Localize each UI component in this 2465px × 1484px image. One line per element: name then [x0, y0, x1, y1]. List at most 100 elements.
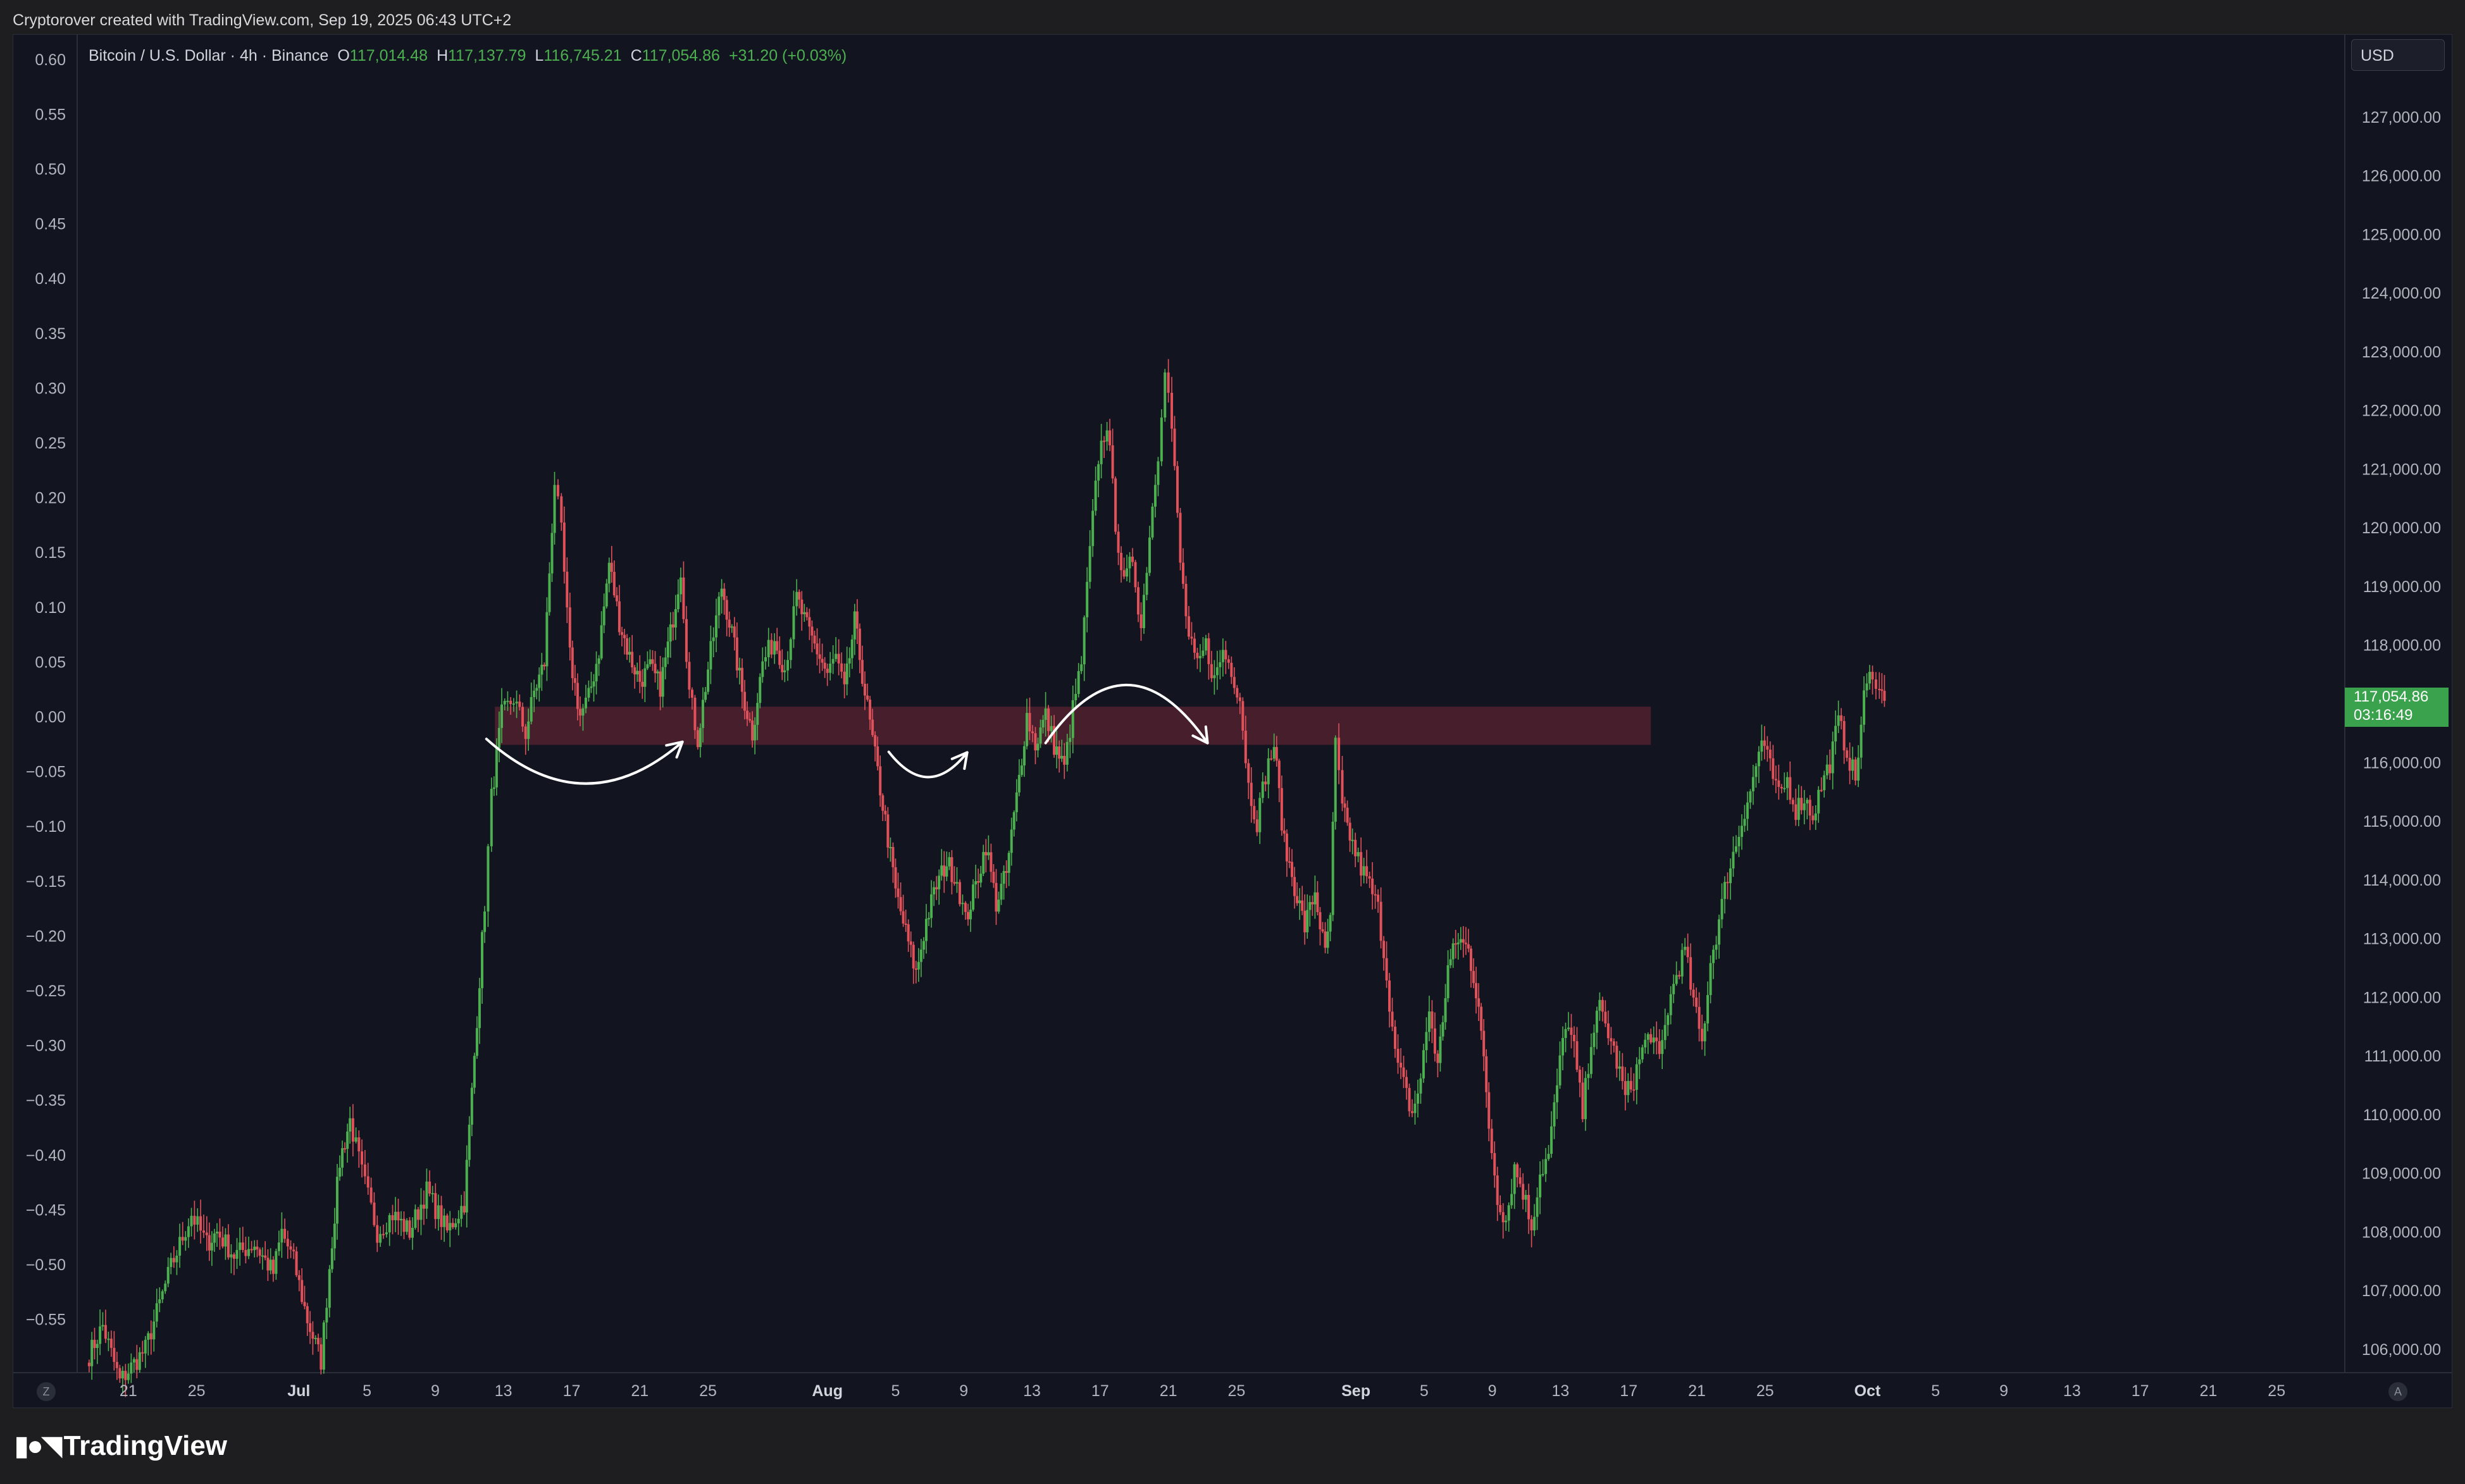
candle-body — [1017, 775, 1021, 793]
candle-body — [1547, 1154, 1550, 1159]
candle-body — [1475, 983, 1478, 999]
candle-body — [363, 1164, 366, 1177]
candle-body — [1570, 1027, 1573, 1036]
candle-body — [473, 1056, 476, 1088]
candle-body — [643, 668, 647, 687]
candle-body — [1034, 733, 1037, 751]
candle-body — [1143, 595, 1146, 628]
candle-body — [649, 659, 652, 665]
candle-body — [1422, 1050, 1425, 1079]
candle-body — [671, 624, 674, 628]
candle-body — [1379, 901, 1382, 941]
candle-body — [244, 1249, 247, 1256]
candle-body — [979, 874, 983, 883]
candle-body — [930, 894, 933, 918]
candle-body — [1610, 1038, 1613, 1042]
percent-axis[interactable]: 0.60 0.55 0.50 0.45 0.40 0.35 0.30 0.25 0.20 0.15… — [26, 51, 66, 1329]
candle-body — [1198, 656, 1201, 659]
currency-button[interactable]: USD — [2351, 39, 2445, 71]
price-axis-label: 125,000.00 — [2362, 226, 2441, 244]
candle-body — [1703, 1023, 1706, 1042]
candle-body — [280, 1228, 283, 1243]
candle-body — [1326, 931, 1329, 948]
candle-body — [149, 1333, 152, 1340]
time-axis[interactable]: 21 25 Jul 5 9 13 17 21 25 Aug 5 9 13 17 21 25 Sep 5 9 13 17 2… — [120, 1382, 2285, 1400]
candle-body — [1007, 853, 1010, 873]
candle-body — [241, 1242, 244, 1250]
candle-body — [1669, 994, 1672, 1015]
candle-body — [1621, 1066, 1624, 1082]
price-axis-label: 121,000.00 — [2362, 461, 2441, 478]
candle-body — [707, 669, 710, 692]
candle-body — [1277, 760, 1281, 788]
candle-body — [457, 1218, 460, 1223]
candle-body — [897, 888, 900, 898]
candle-body — [1069, 738, 1072, 742]
candle-body — [1000, 884, 1003, 900]
candle-body — [483, 911, 487, 932]
candle-body — [1058, 746, 1061, 759]
time-axis-label: Sep — [1341, 1382, 1370, 1400]
candle-body — [1324, 931, 1327, 948]
candle-body — [674, 609, 677, 628]
candle-body — [945, 866, 948, 877]
candle-body — [615, 595, 618, 602]
candle-body — [518, 702, 521, 707]
candle-body — [1797, 798, 1800, 820]
candle-body — [1439, 1036, 1442, 1063]
candle-body — [664, 657, 667, 667]
percent-axis-label: −0.15 — [26, 873, 66, 891]
candle-body — [208, 1235, 211, 1251]
candle-body — [850, 639, 854, 659]
chart-svg[interactable]: 128,000.00127,000.00126,000.00125,000.00… — [0, 0, 2465, 1484]
candle-body — [1715, 944, 1718, 950]
candle-body — [587, 688, 590, 698]
candle-body — [490, 789, 493, 846]
candle-body — [813, 635, 816, 644]
candle-body — [1313, 892, 1317, 905]
candle-body — [943, 865, 946, 877]
candle-body — [1396, 1049, 1400, 1063]
percent-axis-label: −0.35 — [26, 1092, 66, 1110]
candle-body — [1293, 877, 1296, 896]
candle-body — [761, 661, 764, 677]
candle-body — [1595, 1010, 1598, 1033]
legend-symbol[interactable]: Bitcoin / U.S. Dollar · 4h · Binance — [89, 47, 328, 65]
candle-body — [1157, 461, 1160, 485]
candle-body — [1338, 738, 1341, 770]
candle-body — [1405, 1077, 1408, 1088]
time-axis-label: 17 — [2132, 1382, 2149, 1400]
candle-body — [1846, 750, 1849, 758]
candle-body — [1120, 552, 1123, 571]
candle-body — [584, 697, 587, 708]
candle-body — [235, 1250, 239, 1259]
candle-body — [701, 700, 704, 728]
candle-body — [884, 810, 887, 815]
candle-body — [1247, 763, 1250, 783]
candle-body — [1244, 731, 1247, 764]
candle-body — [1077, 671, 1080, 695]
candle-body — [492, 787, 495, 789]
candle-body — [571, 647, 574, 679]
time-axis-label: 25 — [1756, 1382, 1774, 1400]
candle-body — [578, 708, 581, 716]
symbol-legend[interactable]: Bitcoin / U.S. Dollar · 4h · Binance O117… — [89, 47, 847, 65]
candle-body — [164, 1283, 167, 1292]
candle-body — [1766, 746, 1769, 750]
time-axis-label: 17 — [1091, 1382, 1109, 1400]
candle-body — [605, 583, 608, 607]
candle-body — [1374, 894, 1377, 896]
candle-body — [1837, 715, 1840, 726]
candle-body — [889, 847, 892, 849]
price-axis-label: 119,000.00 — [2363, 578, 2441, 596]
candle-body — [1868, 672, 1872, 684]
candle-body — [1638, 1059, 1641, 1065]
candle-body — [964, 903, 967, 912]
candle-body — [651, 659, 654, 664]
candle-body — [1678, 975, 1681, 977]
z-button[interactable]: Z — [37, 1382, 56, 1401]
curved-arrow — [485, 738, 684, 785]
auto-scale-button[interactable]: A — [2388, 1382, 2407, 1401]
candle-body — [425, 1181, 428, 1209]
time-axis-label: 5 — [1931, 1382, 1940, 1400]
